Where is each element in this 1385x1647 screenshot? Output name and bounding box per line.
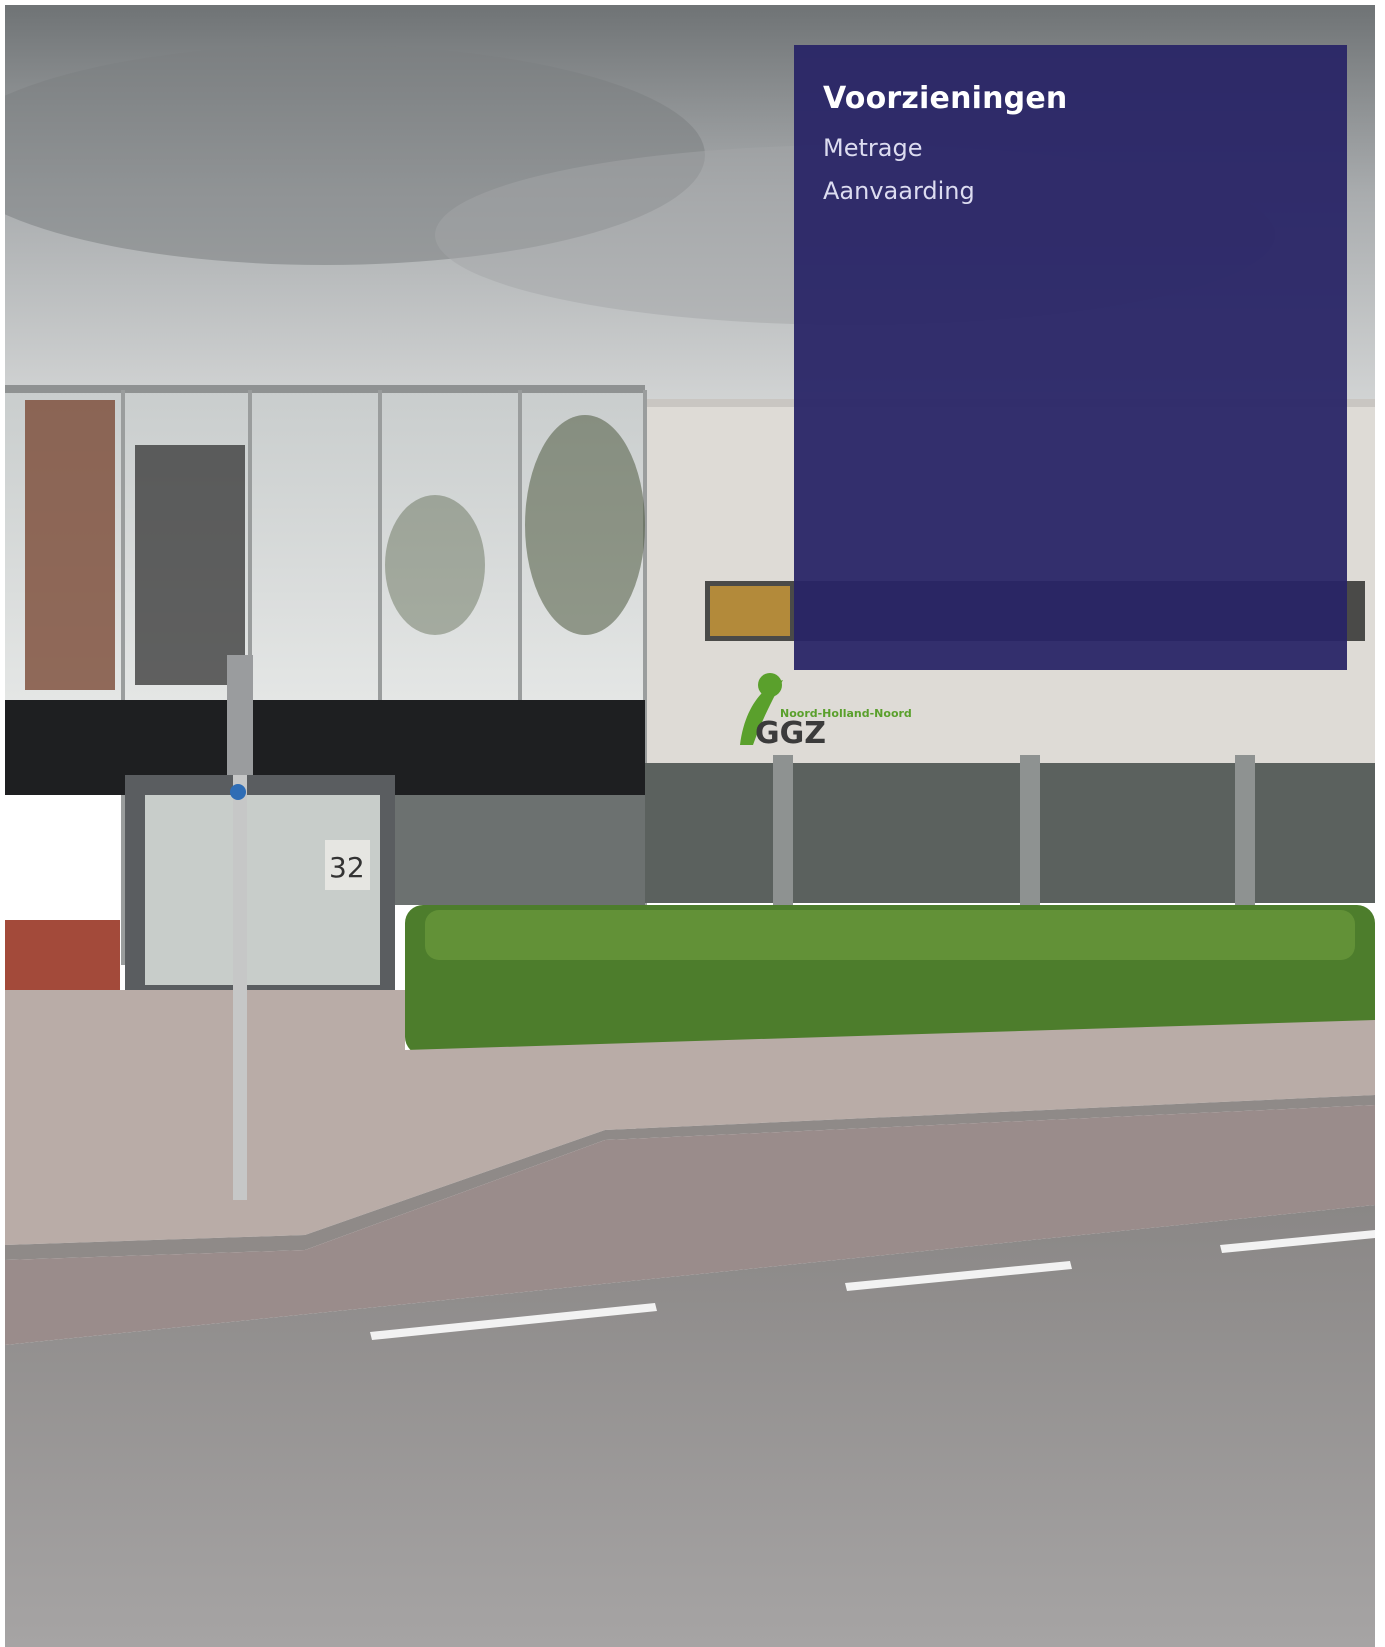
menu-item-metrage[interactable]: Metrage (823, 127, 1317, 170)
svg-text:Noord-Holland-Noord: Noord-Holland-Noord (780, 707, 912, 720)
svg-text:GGZ: GGZ (755, 716, 826, 751)
hedge-highlight (425, 910, 1355, 960)
building-window-lit (710, 586, 790, 636)
brick-base (5, 920, 120, 995)
lower-glass (395, 795, 645, 905)
menu-item-aanvaarding[interactable]: Aanvaarding (823, 170, 1317, 213)
interior-dark (25, 400, 115, 690)
interior-dark (135, 445, 245, 685)
house-number: 32 (329, 851, 365, 884)
ground-floor-windows (645, 763, 1375, 903)
glass-pavilion-roof (5, 385, 645, 393)
info-panel: Voorzieningen Metrage Aanvaarding (794, 45, 1347, 670)
sign-post-top (227, 655, 253, 775)
tree-reflection (385, 495, 485, 635)
sign-arrow (230, 784, 246, 800)
tree-reflection (525, 415, 645, 635)
panel-title: Voorzieningen (823, 81, 1068, 116)
